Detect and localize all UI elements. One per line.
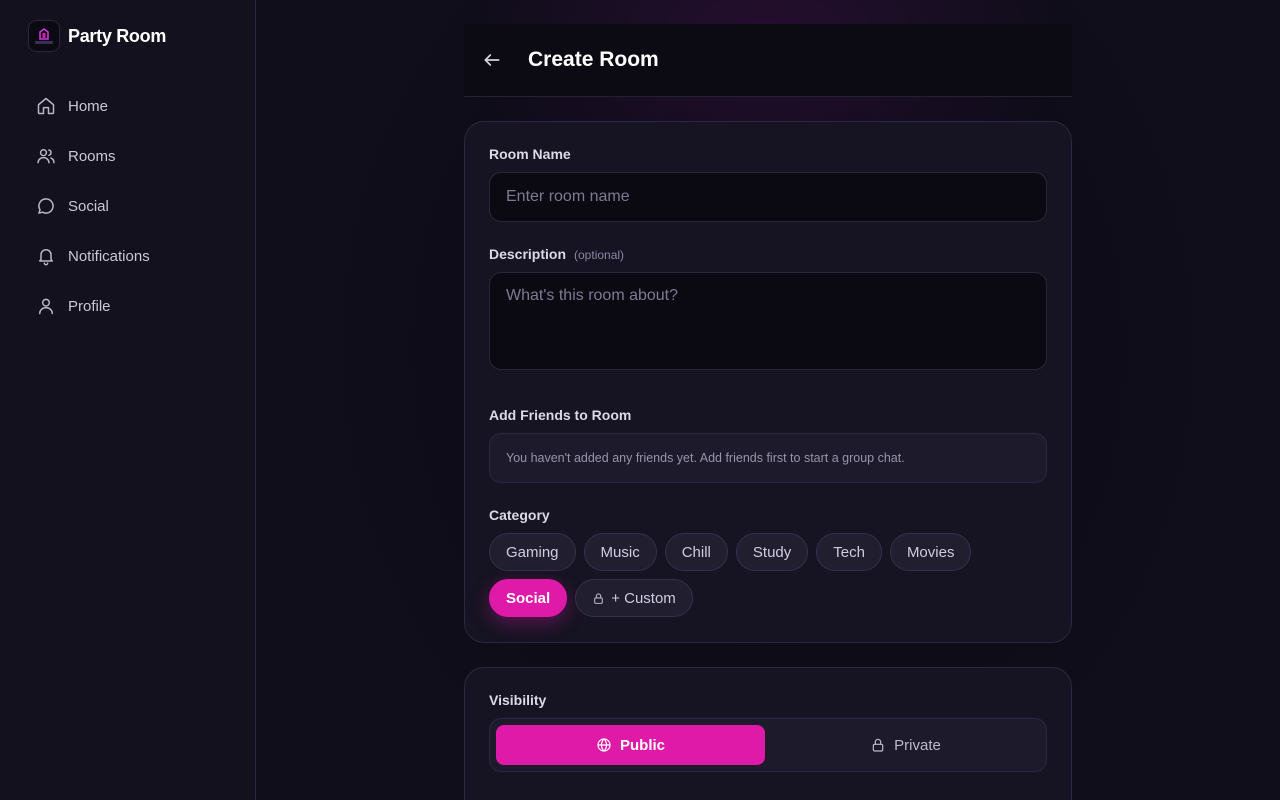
sidebar-item-rooms[interactable]: Rooms xyxy=(24,134,234,178)
category-chips: Gaming Music Chill Study Tech Movies Soc… xyxy=(489,533,1049,617)
page-header: Create Room xyxy=(464,24,1072,97)
user-icon xyxy=(36,296,56,316)
room-name-input[interactable] xyxy=(489,172,1047,222)
category-chip-social[interactable]: Social xyxy=(489,579,568,617)
friends-empty-state: You haven't added any friends yet. Add f… xyxy=(489,433,1047,483)
room-details-card: Room Name Description (optional) Add Fri… xyxy=(464,121,1072,643)
category-chip-music[interactable]: Music xyxy=(583,533,657,571)
friends-empty-text: You haven't added any friends yet. Add f… xyxy=(506,451,905,465)
visibility-public-label: Public xyxy=(619,736,665,754)
sidebar-item-label: Rooms xyxy=(68,147,116,165)
users-icon xyxy=(36,146,56,166)
category-label: Category xyxy=(489,507,1047,523)
description-label-text: Description xyxy=(489,246,567,262)
page-title: Create Room xyxy=(528,48,659,71)
category-chip-movies[interactable]: Movies xyxy=(889,533,972,571)
brand[interactable]: Party Room xyxy=(28,20,166,52)
main-content: Create Room Room Name Description (optio… xyxy=(464,24,1072,800)
category-chip-chill[interactable]: Chill xyxy=(664,533,728,571)
app-logo xyxy=(28,20,60,52)
visibility-card: Visibility Public Private xyxy=(464,667,1072,800)
visibility-toggle: Public Private xyxy=(489,718,1047,772)
category-label-text: Category xyxy=(489,507,550,523)
bell-icon xyxy=(36,246,56,266)
category-chip-study[interactable]: Study xyxy=(735,533,809,571)
lock-icon xyxy=(870,737,886,753)
chat-icon xyxy=(36,196,56,216)
lock-icon xyxy=(592,592,605,605)
sidebar-item-label: Home xyxy=(68,97,109,115)
custom-category-label: + Custom xyxy=(611,589,676,607)
visibility-public-button[interactable]: Public xyxy=(496,725,765,765)
category-chip-tech[interactable]: Tech xyxy=(816,533,882,571)
sidebar-item-social[interactable]: Social xyxy=(24,184,234,228)
visibility-private-button[interactable]: Private xyxy=(771,725,1040,765)
sidebar-item-notifications[interactable]: Notifications xyxy=(24,234,234,278)
optional-hint: (optional) xyxy=(574,248,625,262)
sidebar-item-label: Notifications xyxy=(68,247,150,265)
sidebar-nav: Home Rooms Social Notifications Profile xyxy=(24,84,234,334)
description-textarea[interactable] xyxy=(489,272,1047,370)
home-icon xyxy=(36,96,56,116)
visibility-label: Visibility xyxy=(489,692,1047,708)
arrow-left-icon[interactable] xyxy=(482,50,502,70)
category-chip-gaming[interactable]: Gaming xyxy=(489,533,576,571)
visibility-private-label: Private xyxy=(894,736,941,754)
custom-category-button[interactable]: + Custom xyxy=(575,579,693,617)
description-label: Description (optional) xyxy=(489,246,1047,262)
room-name-label-text: Room Name xyxy=(489,146,571,162)
room-name-label: Room Name xyxy=(489,146,1047,162)
globe-icon xyxy=(596,737,612,753)
sidebar-item-label: Profile xyxy=(68,297,111,315)
add-friends-label-text: Add Friends to Room xyxy=(489,407,632,423)
add-friends-label: Add Friends to Room xyxy=(489,407,1047,423)
sidebar-item-label: Social xyxy=(68,197,109,215)
visibility-label-text: Visibility xyxy=(489,692,547,708)
app-name: Party Room xyxy=(68,25,167,46)
sidebar: Party Room Home Rooms Social Notificatio… xyxy=(0,0,256,800)
sidebar-item-profile[interactable]: Profile xyxy=(24,284,234,328)
sidebar-item-home[interactable]: Home xyxy=(24,84,234,128)
